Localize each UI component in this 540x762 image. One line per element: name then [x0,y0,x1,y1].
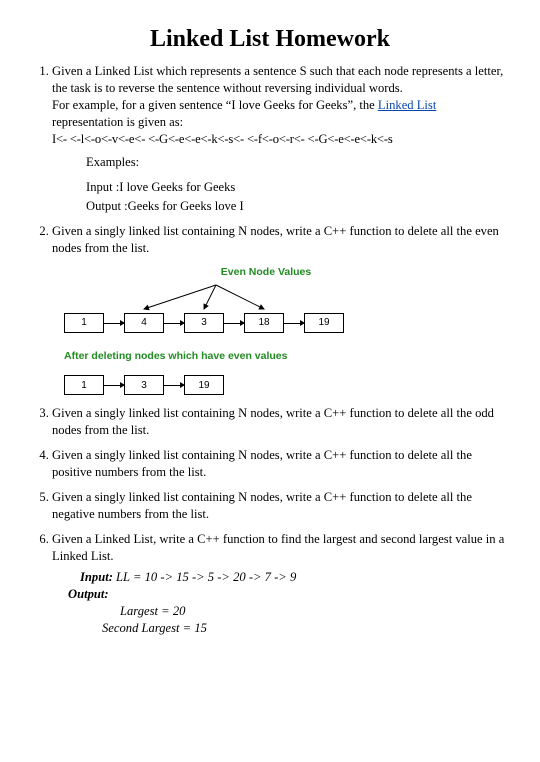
arrow-icon [224,323,244,324]
q1-representation: I<- <-l<-o<-v<-e<- <-G<-e<-e<-k<-s<- <-f… [52,132,393,146]
arrow-icon [164,385,184,386]
node: 3 [184,313,224,333]
node: 1 [64,375,104,395]
question-5: Given a singly linked list containing N … [52,489,510,523]
arrow-icon [284,323,304,324]
q1-text-2b: representation is given as: [52,115,183,129]
node: 1 [64,313,104,333]
question-2: Given a singly linked list containing N … [52,223,510,397]
question-4: Given a singly linked list containing N … [52,447,510,481]
arrow-icon [104,385,124,386]
node: 19 [184,375,224,395]
node: 4 [124,313,164,333]
q1-output: Output :Geeks for Geeks love I [86,198,510,215]
arrow-icon [164,323,184,324]
linked-list-after: 1 3 19 [64,373,510,397]
output-label: Output: [68,587,109,601]
node: 18 [244,313,284,333]
examples-label: Examples: [86,154,510,171]
q1-input: Input :I love Geeks for Geeks [86,179,510,196]
question-1: Given a Linked List which represents a s… [52,63,510,215]
q1-text-1: Given a Linked List which represents a s… [52,64,503,95]
diagram-title: Even Node Values [22,265,510,279]
q6-largest: Largest = 20 [120,603,510,620]
q6-example: Input: LL = 10 -> 15 -> 5 -> 20 -> 7 -> … [80,569,510,637]
after-label: After deleting nodes which have even val… [64,349,510,363]
q6-second-largest: Second Largest = 15 [102,620,510,637]
linked-list-before: 1 4 3 18 19 [64,283,510,335]
q1-text-2a: For example, for a given sentence “I lov… [52,98,378,112]
q6-input-value: LL = 10 -> 15 -> 5 -> 20 -> 7 -> 9 [113,570,296,584]
question-list: Given a Linked List which represents a s… [30,63,510,637]
node: 19 [304,313,344,333]
question-6: Given a Linked List, write a C++ functio… [52,531,510,637]
q6-text: Given a Linked List, write a C++ functio… [52,532,504,563]
arrow-icon [104,323,124,324]
even-arrows [64,283,384,313]
linked-list-link[interactable]: Linked List [378,98,436,112]
q2-text: Given a singly linked list containing N … [52,224,499,255]
q1-examples: Examples: Input :I love Geeks for Geeks … [86,154,510,215]
question-3: Given a singly linked list containing N … [52,405,510,439]
page-title: Linked List Homework [30,26,510,53]
q2-diagram-before: Even Node Values 1 4 3 [52,265,510,397]
node: 3 [124,375,164,395]
input-label: Input: [80,570,113,584]
